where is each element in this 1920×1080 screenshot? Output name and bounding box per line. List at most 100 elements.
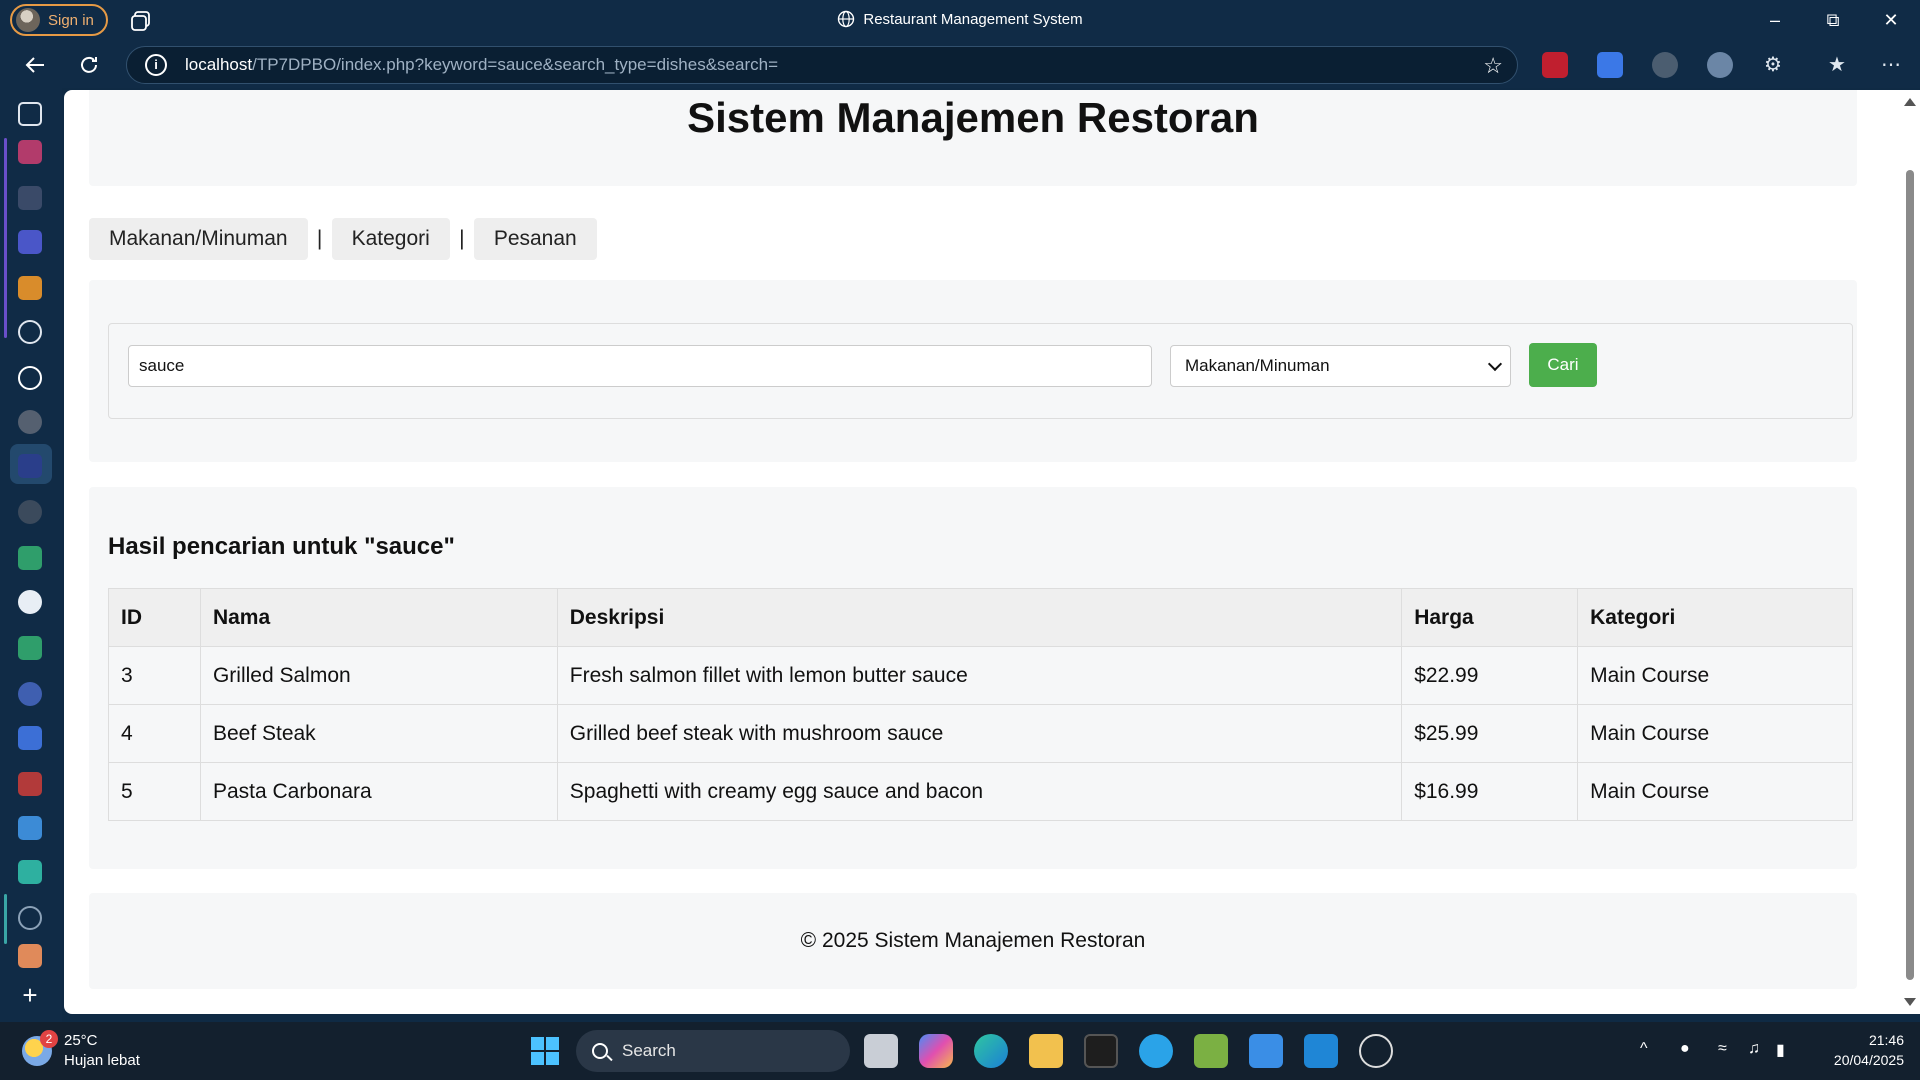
sidebar-app-icon[interactable] <box>18 186 42 210</box>
table-row: 3 Grilled Salmon Fresh salmon fillet wit… <box>108 646 1853 705</box>
microphone-icon[interactable]: ● <box>1680 1040 1690 1058</box>
page-scrollbar[interactable] <box>1900 90 1920 1014</box>
url-host: localhost <box>185 55 253 74</box>
page-title: Sistem Manajemen Restoran <box>687 94 1259 141</box>
obs-icon[interactable] <box>1359 1034 1393 1068</box>
file-explorer-icon[interactable] <box>1029 1034 1063 1068</box>
cell-id: 5 <box>108 762 201 821</box>
restore-icon[interactable]: ⧉ <box>1818 6 1848 36</box>
system-clock[interactable]: 21:46 20/04/2025 <box>1808 1030 1904 1070</box>
cell-deskripsi: Fresh salmon fillet with lemon butter sa… <box>556 646 1403 705</box>
cell-deskripsi: Spaghetti with creamy egg sauce and baco… <box>556 762 1403 821</box>
cell-harga: $22.99 <box>1401 646 1579 705</box>
settings-extension-icon[interactable] <box>1652 52 1678 78</box>
back-arrow-icon[interactable] <box>18 48 52 82</box>
sidebar-docs-icon[interactable] <box>18 726 42 750</box>
battery-icon[interactable]: ▮ <box>1776 1040 1785 1060</box>
nav-separator: | <box>316 227 323 250</box>
windows-start-icon[interactable] <box>528 1034 562 1068</box>
results-heading: Hasil pencarian untuk "sauce" <box>108 533 455 560</box>
search-button[interactable]: Cari <box>1529 343 1597 387</box>
extensions-puzzle-icon[interactable]: ⚙ <box>1758 50 1788 80</box>
main-nav: Makanan/Minuman | Kategori | Pesanan <box>89 218 597 260</box>
sidebar-app-icon[interactable] <box>18 140 42 164</box>
browser-sidebar: + <box>0 88 62 1022</box>
copilot-icon[interactable] <box>919 1034 953 1068</box>
sidebar-app-icon[interactable] <box>18 230 42 254</box>
page-footer: © 2025 Sistem Manajemen Restoran <box>89 893 1857 989</box>
cell-kategori: Main Course <box>1577 762 1853 821</box>
page-viewport: Sistem Manajemen Restoran Makanan/Minuma… <box>64 90 1900 1014</box>
sidebar-globe-icon[interactable] <box>18 906 42 930</box>
notepad-icon[interactable] <box>1194 1034 1228 1068</box>
sidebar-search-icon[interactable] <box>18 454 42 478</box>
scroll-down-icon[interactable] <box>1904 998 1916 1006</box>
column-header-nama: Nama <box>199 588 558 647</box>
sidebar-app-icon[interactable] <box>18 944 42 968</box>
taskbar: 2 25°C Hujan lebat Search ^ ● ≈ ♫ ▮ 21:4… <box>0 1022 1920 1080</box>
url-text[interactable]: localhost/TP7DPBO/index.php?keyword=sauc… <box>185 55 778 75</box>
audio-extension-icon[interactable] <box>1707 52 1733 78</box>
taskbar-search[interactable]: Search <box>576 1030 850 1072</box>
cell-id: 4 <box>108 704 201 763</box>
notification-badge: 2 <box>40 1030 58 1048</box>
favorites-icon[interactable]: ★ <box>1822 50 1852 80</box>
sidebar-globe-icon[interactable] <box>18 366 42 390</box>
wifi-icon[interactable]: ≈ <box>1718 1040 1727 1058</box>
clock-date: 20/04/2025 <box>1833 1052 1904 1068</box>
cell-nama: Grilled Salmon <box>199 646 558 705</box>
terminal-icon[interactable] <box>1084 1034 1118 1068</box>
sidebar-group-indicator <box>4 138 7 338</box>
chevron-up-icon[interactable]: ^ <box>1640 1040 1648 1058</box>
sidebar-drive-icon[interactable] <box>18 636 42 660</box>
sidebar-panel-icon[interactable] <box>18 102 42 126</box>
table-row: 5 Pasta Carbonara Spaghetti with creamy … <box>108 762 1853 821</box>
nav-link-makanan-minuman[interactable]: Makanan/Minuman <box>89 218 308 260</box>
favorite-star-icon[interactable]: ☆ <box>1483 53 1503 79</box>
table-header-row: ID Nama Deskripsi Harga Kategori <box>108 588 1853 647</box>
nav-link-pesanan[interactable]: Pesanan <box>473 218 597 260</box>
sidebar-app-icon[interactable] <box>18 276 42 300</box>
minimize-icon[interactable]: – <box>1760 6 1790 36</box>
sidebar-drive-icon[interactable] <box>18 546 42 570</box>
more-menu-icon[interactable]: ⋯ <box>1876 50 1906 80</box>
ublock-extension-icon[interactable] <box>1542 52 1568 78</box>
page-header: Sistem Manajemen Restoran <box>89 90 1857 186</box>
sidebar-globe-icon[interactable] <box>18 320 42 344</box>
cell-deskripsi: Grilled beef steak with mushroom sauce <box>556 704 1403 763</box>
address-bar[interactable]: i localhost/TP7DPBO/index.php?keyword=sa… <box>126 46 1518 84</box>
sidebar-app-icon[interactable] <box>18 410 42 434</box>
task-view-icon[interactable] <box>864 1034 898 1068</box>
scrollbar-thumb[interactable] <box>1906 170 1914 980</box>
search-type-select[interactable]: Makanan/Minuman <box>1170 345 1511 387</box>
sidebar-github-icon[interactable] <box>18 590 42 614</box>
app-icon[interactable] <box>1139 1034 1173 1068</box>
reload-icon[interactable] <box>72 48 106 82</box>
search-form: Makanan/Minuman Cari <box>108 323 1853 419</box>
sidebar-add-icon[interactable]: + <box>18 982 42 1008</box>
footer-text: © 2025 Sistem Manajemen Restoran <box>800 929 1146 952</box>
photos-icon[interactable] <box>1249 1034 1283 1068</box>
scroll-up-icon[interactable] <box>1904 98 1916 106</box>
site-info-icon[interactable]: i <box>145 54 167 76</box>
sidebar-app-icon[interactable] <box>18 682 42 706</box>
results-table: ID Nama Deskripsi Harga Kategori 3 Grill… <box>108 588 1853 821</box>
vscode-icon[interactable] <box>1304 1034 1338 1068</box>
window-title-text: Restaurant Management System <box>863 11 1083 28</box>
edge-browser-icon[interactable] <box>974 1034 1008 1068</box>
keyword-input[interactable] <box>128 345 1152 387</box>
cell-kategori: Main Course <box>1577 646 1853 705</box>
cell-harga: $25.99 <box>1401 704 1579 763</box>
translate-extension-icon[interactable] <box>1597 52 1623 78</box>
browser-toolbar: i localhost/TP7DPBO/index.php?keyword=sa… <box>0 42 1920 88</box>
volume-icon[interactable]: ♫ <box>1748 1040 1760 1058</box>
sidebar-github-icon[interactable] <box>18 500 42 524</box>
sidebar-play-icon[interactable] <box>18 816 42 840</box>
nav-separator: | <box>459 227 465 250</box>
close-icon[interactable]: ✕ <box>1876 6 1906 36</box>
nav-link-kategori[interactable]: Kategori <box>331 218 450 260</box>
clock-time: 21:46 <box>1868 1032 1904 1048</box>
sidebar-app-icon[interactable] <box>18 772 42 796</box>
search-type-selected: Makanan/Minuman <box>1185 356 1330 375</box>
sidebar-app-icon[interactable] <box>18 860 42 884</box>
